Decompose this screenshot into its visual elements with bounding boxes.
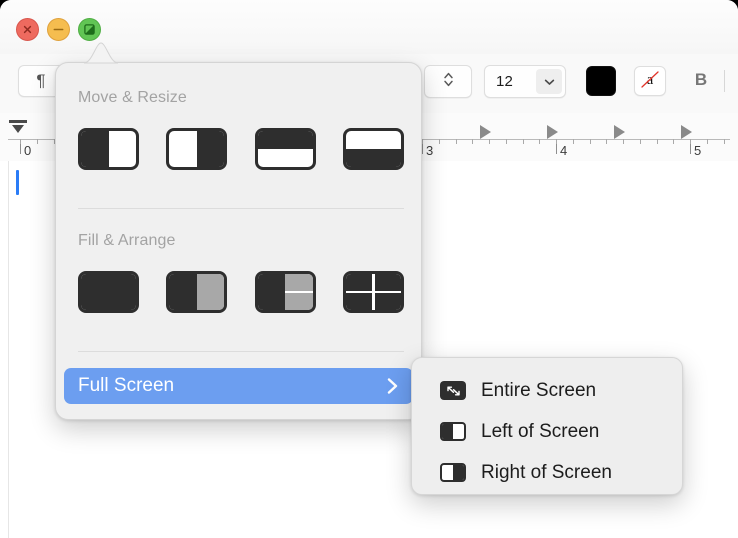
submenu-item-label: Right of Screen bbox=[481, 462, 612, 484]
ruler-tick-minor bbox=[573, 139, 574, 144]
text-color-swatch[interactable] bbox=[586, 66, 616, 96]
ruler-tab-stop[interactable] bbox=[681, 125, 692, 139]
font-size-stepper[interactable] bbox=[424, 65, 472, 98]
ruler-tick-minor bbox=[456, 139, 457, 144]
ruler-tick-minor bbox=[556, 139, 557, 144]
ruler-tick-minor bbox=[489, 139, 490, 144]
spellcheck-toggle-button[interactable]: a bbox=[634, 66, 666, 96]
window-tiling-popover: Move & Resize Fill & Arrange bbox=[55, 62, 422, 420]
bold-button[interactable]: B bbox=[688, 66, 714, 94]
strikethrough-a-icon: a bbox=[639, 68, 661, 95]
section-title-fill-arrange: Fill & Arrange bbox=[78, 232, 175, 250]
ruler-tick-minor bbox=[623, 139, 624, 144]
submenu-item-right-of-screen[interactable]: Right of Screen bbox=[412, 452, 682, 493]
bold-label: B bbox=[695, 70, 707, 90]
document-left-margin-rule bbox=[8, 161, 9, 538]
text-caret bbox=[16, 170, 19, 195]
tile-option-top-half[interactable] bbox=[255, 128, 316, 170]
entire-screen-icon bbox=[440, 381, 466, 400]
menu-item-full-screen[interactable]: Full Screen bbox=[64, 368, 413, 404]
ruler-tick-minor bbox=[472, 139, 473, 144]
ruler-tick-minor bbox=[539, 139, 540, 144]
chevron-down-icon[interactable] bbox=[536, 69, 562, 94]
ruler-tick-minor bbox=[657, 139, 658, 144]
ruler-number: 0 bbox=[24, 143, 31, 158]
right-of-screen-icon bbox=[440, 463, 466, 482]
popover-divider-2 bbox=[78, 351, 404, 352]
font-size-select[interactable]: 12 bbox=[484, 65, 566, 98]
ruler-number: 4 bbox=[560, 143, 567, 158]
minimize-window-button[interactable] bbox=[47, 18, 70, 41]
tile-option-fill[interactable] bbox=[78, 271, 139, 313]
submenu-item-left-of-screen[interactable]: Left of Screen bbox=[412, 411, 682, 452]
maximize-split-icon bbox=[84, 24, 95, 35]
tile-option-quarters[interactable] bbox=[343, 271, 404, 313]
maximize-window-button[interactable] bbox=[78, 18, 101, 41]
app-window: ¶ 12 a bbox=[0, 0, 738, 538]
font-size-value: 12 bbox=[496, 73, 513, 90]
left-of-screen-icon bbox=[440, 422, 466, 441]
tile-option-bottom-half[interactable] bbox=[343, 128, 404, 170]
ruler-tab-stop[interactable] bbox=[480, 125, 491, 139]
stepper-up-down-icon bbox=[443, 71, 454, 93]
close-icon bbox=[23, 25, 32, 34]
submenu-item-label: Left of Screen bbox=[481, 421, 599, 443]
ruler-tick-minor bbox=[37, 139, 38, 144]
minus-icon bbox=[53, 25, 64, 34]
ruler-tab-stop[interactable] bbox=[547, 125, 558, 139]
ruler-tick-minor bbox=[506, 139, 507, 144]
section-title-move-resize: Move & Resize bbox=[78, 89, 187, 107]
tile-option-left-and-quarters[interactable] bbox=[255, 271, 316, 313]
ruler-tick-minor bbox=[422, 139, 423, 144]
chevron-right-icon bbox=[386, 376, 399, 396]
ruler-number: 5 bbox=[694, 143, 701, 158]
ruler-tick-minor bbox=[707, 139, 708, 144]
ruler-tick-minor bbox=[640, 139, 641, 144]
ruler-tick-minor bbox=[439, 139, 440, 144]
popover-tail bbox=[84, 42, 118, 64]
fill-arrange-option-row bbox=[78, 271, 404, 313]
ruler-tick-minor bbox=[606, 139, 607, 144]
ruler-tick-minor bbox=[590, 139, 591, 144]
popover-divider-1 bbox=[78, 208, 404, 209]
pilcrow-icon: ¶ bbox=[36, 71, 45, 91]
ruler-tab-stop[interactable] bbox=[614, 125, 625, 139]
tile-option-right-half[interactable] bbox=[166, 128, 227, 170]
ruler-tick-minor bbox=[690, 139, 691, 144]
submenu-item-label: Entire Screen bbox=[481, 380, 596, 402]
close-window-button[interactable] bbox=[16, 18, 39, 41]
ruler-tick-minor bbox=[523, 139, 524, 144]
move-resize-option-row bbox=[78, 128, 404, 170]
traffic-light-group bbox=[16, 18, 101, 41]
submenu-item-entire-screen[interactable]: Entire Screen bbox=[412, 370, 682, 411]
left-indent-marker-icon[interactable] bbox=[8, 118, 28, 143]
full-screen-submenu: Entire Screen Left of Screen Right of Sc… bbox=[411, 357, 683, 495]
toolbar-divider bbox=[724, 70, 725, 92]
ruler-tick-minor bbox=[724, 139, 725, 144]
full-screen-label: Full Screen bbox=[78, 375, 174, 397]
ruler-number: 3 bbox=[426, 143, 433, 158]
ruler-tick-minor bbox=[673, 139, 674, 144]
ruler-tick-minor bbox=[20, 139, 21, 144]
tile-option-left-half[interactable] bbox=[78, 128, 139, 170]
tile-option-left-and-right[interactable] bbox=[166, 271, 227, 313]
